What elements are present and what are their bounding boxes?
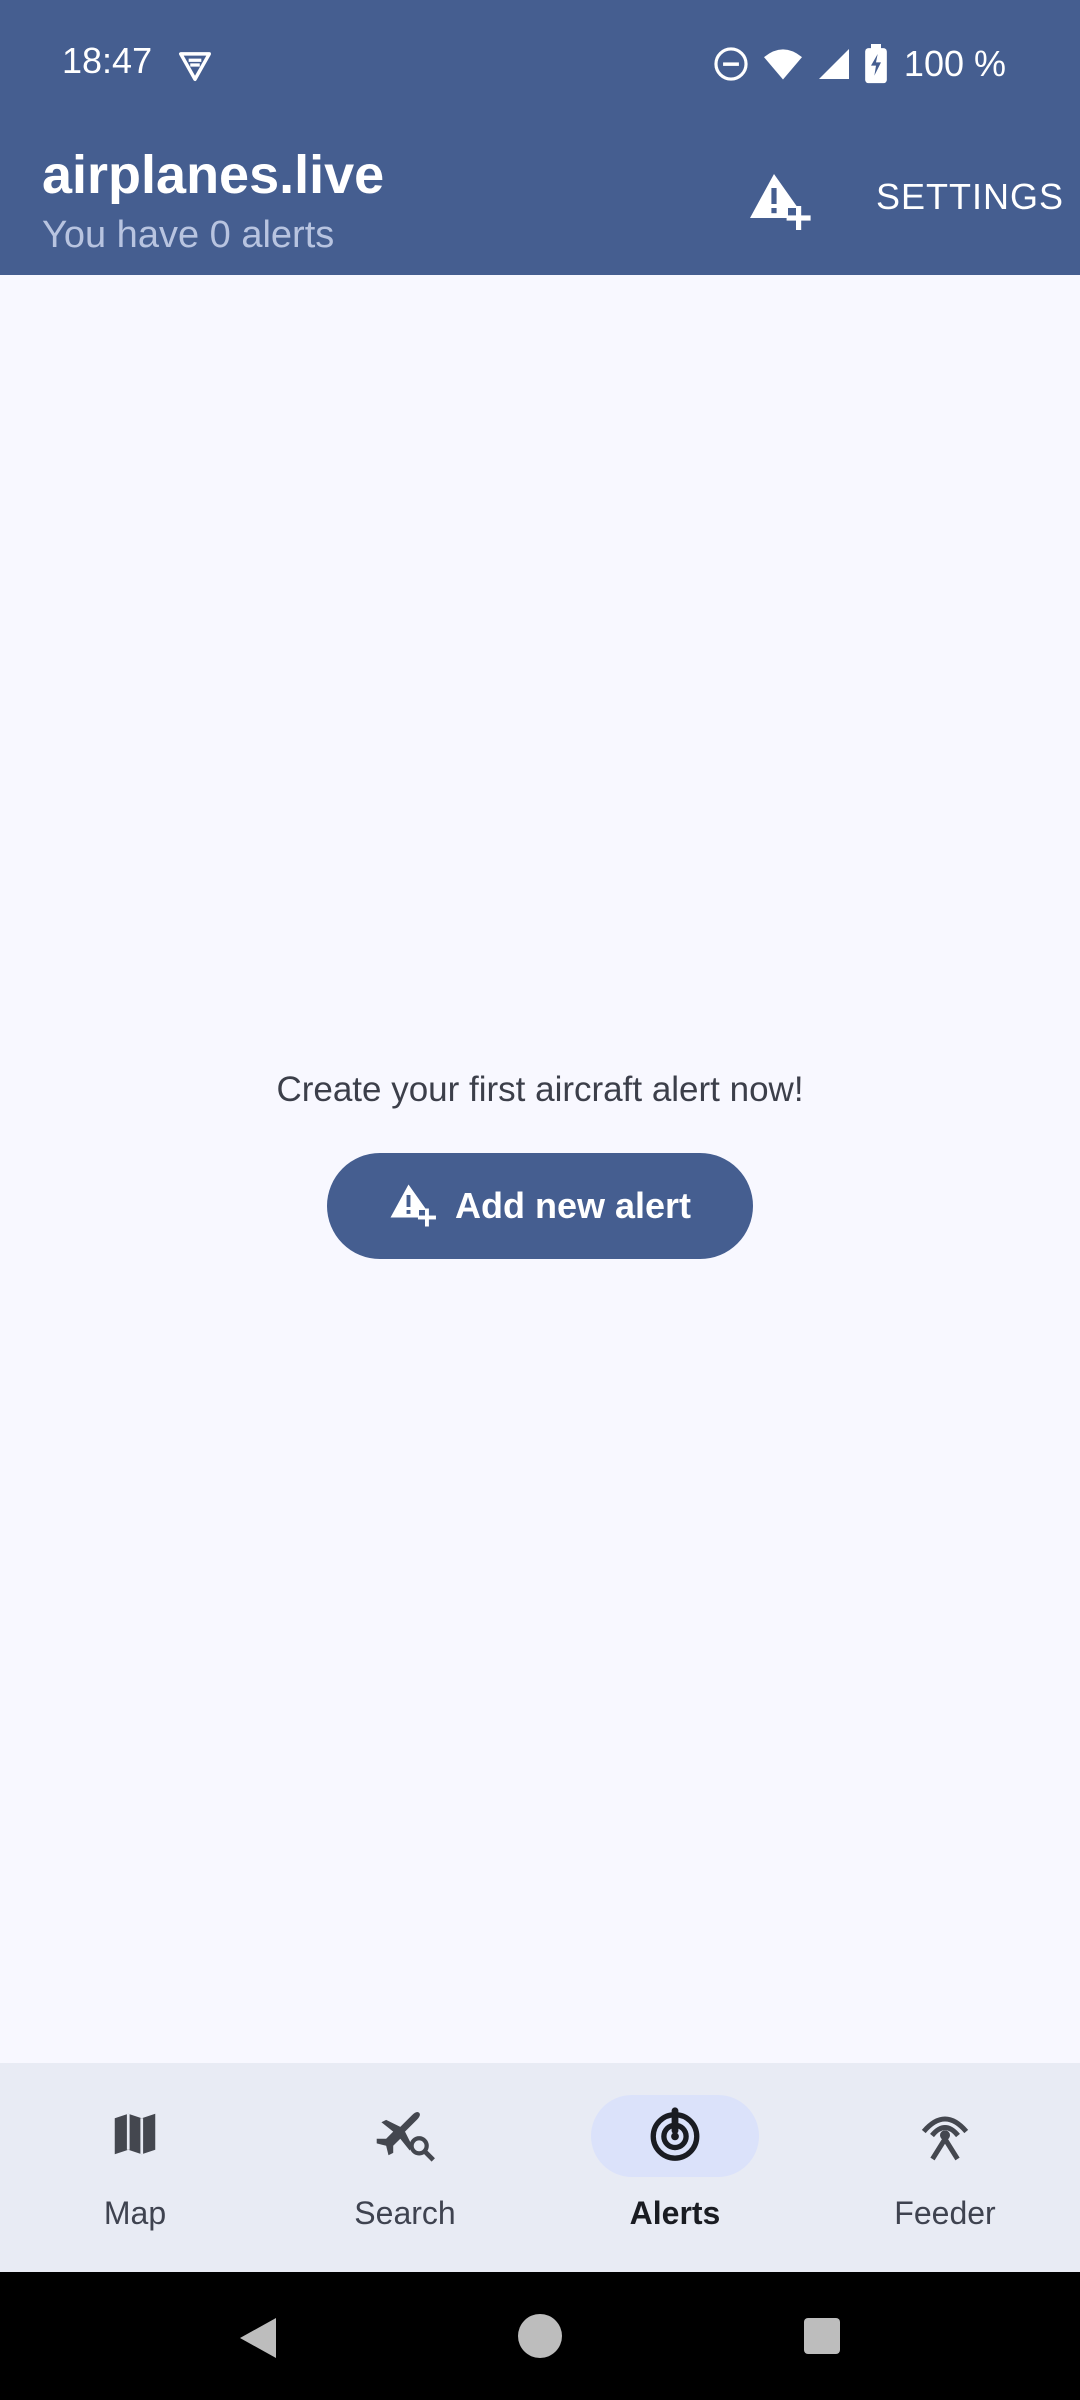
alert-add-icon (389, 1180, 437, 1233)
nav-item-alerts[interactable]: Alerts (540, 2063, 810, 2272)
recents-icon[interactable] (802, 2316, 842, 2361)
home-icon[interactable] (516, 2312, 564, 2365)
system-navigation-bar (0, 2272, 1080, 2400)
nav-item-feeder[interactable]: Feeder (810, 2063, 1080, 2272)
empty-state-message: Create your first aircraft alert now! (276, 1070, 804, 1109)
battery-percentage: 100 % (903, 43, 1006, 84)
do-not-disturb-icon (712, 45, 750, 83)
nav-item-map[interactable]: Map (0, 2063, 270, 2272)
nav-icon-container (321, 2095, 489, 2177)
settings-button[interactable]: SETTINGS (864, 176, 1076, 228)
nav-icon-container (51, 2095, 219, 2177)
back-icon[interactable] (236, 2314, 280, 2367)
status-time: 18:47 (62, 40, 153, 81)
nav-icon-container (861, 2095, 1029, 2177)
alerts-radar-icon (646, 2105, 704, 2168)
nav-label-map: Map (103, 2195, 167, 2231)
vpn-icon (176, 46, 214, 84)
add-new-alert-label: Add new alert (454, 1185, 692, 1226)
nav-label-feeder: Feeder (894, 2195, 996, 2231)
nav-label-search: Search (354, 2195, 456, 2231)
status-icons: 100 % (712, 40, 1006, 88)
map-icon (108, 2107, 162, 2166)
add-alert-action-button[interactable] (744, 166, 816, 238)
wifi-icon (762, 45, 804, 83)
nav-label-alerts: Alerts (629, 2195, 721, 2231)
nav-item-search[interactable]: Search (270, 2063, 540, 2272)
nav-icon-container-active (591, 2095, 759, 2177)
add-new-alert-button[interactable]: Add new alert (327, 1153, 753, 1259)
app-root: 18:47 100 % airplanes.live You have 0 al… (0, 0, 1080, 2400)
alert-add-icon (748, 168, 812, 237)
alert-count-subtitle: You have 0 alerts (42, 214, 335, 256)
battery-charging-icon (864, 44, 888, 84)
bottom-navigation: Map Search Alerts Feeder (0, 2063, 1080, 2272)
empty-state: Create your first aircraft alert now! (0, 1070, 1080, 1110)
cell-signal-icon (816, 46, 852, 82)
flight-search-icon (372, 2104, 438, 2169)
antenna-icon (915, 2104, 975, 2169)
app-title: airplanes.live (42, 145, 385, 205)
top-app-bar: 18:47 100 % airplanes.live You have 0 al… (0, 0, 1080, 275)
status-bar: 18:47 100 % (0, 0, 1080, 128)
